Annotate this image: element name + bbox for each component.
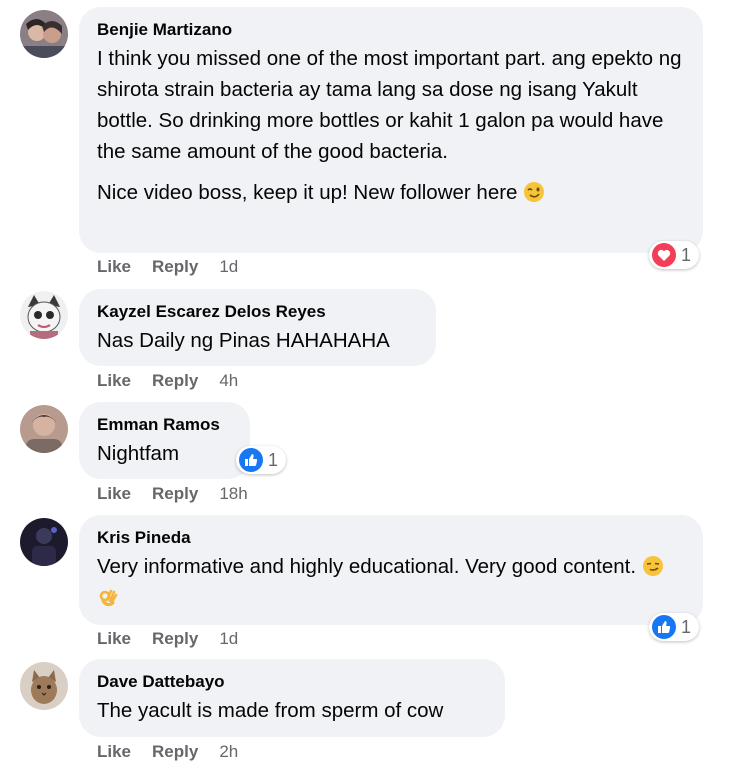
avatar[interactable]: [20, 10, 68, 58]
ok-hand-emoji-icon: [97, 586, 119, 608]
comment-bubble: Emman Ramos Nightfam: [79, 402, 250, 479]
reaction-count: 1: [268, 449, 279, 470]
comment-text: Nightfam: [97, 442, 180, 465]
reply-link[interactable]: Reply: [152, 742, 198, 761]
like-link[interactable]: Like: [97, 371, 131, 390]
comment-author[interactable]: Emman Ramos: [97, 414, 232, 436]
avatar[interactable]: [20, 291, 68, 339]
comment-text-content: Very informative and highly educational.…: [97, 555, 637, 578]
comment-bubble: Benjie Martizano I think you missed one …: [79, 7, 703, 253]
timestamp[interactable]: 18h: [219, 484, 247, 503]
like-link[interactable]: Like: [97, 629, 131, 648]
like-link[interactable]: Like: [97, 742, 131, 761]
smirking-face-emoji-icon: [642, 555, 664, 577]
comment-bubble: Kris Pineda Very informative and highly …: [79, 515, 703, 625]
reply-link[interactable]: Reply: [152, 629, 198, 648]
thumbs-up-icon: [652, 615, 676, 639]
comment-author[interactable]: Kris Pineda: [97, 527, 685, 549]
comment-text: Very informative and highly educational.…: [97, 551, 685, 613]
comment-text: The yacult is made from sperm of cow: [97, 699, 444, 722]
comment-actions: Like Reply 18h: [97, 484, 269, 504]
reaction-count: 1: [681, 244, 692, 265]
like-link[interactable]: Like: [97, 484, 131, 503]
heart-icon: [652, 243, 676, 267]
comment-paragraph-text: Nice video boss, keep it up! New followe…: [97, 181, 518, 204]
timestamp[interactable]: 2h: [219, 742, 238, 761]
reply-link[interactable]: Reply: [152, 484, 198, 503]
comment-actions: Like Reply 1d: [97, 257, 259, 277]
reaction-badge[interactable]: 1: [649, 613, 700, 641]
reaction-count: 1: [681, 616, 692, 637]
avatar[interactable]: [20, 662, 68, 710]
thumbs-up-icon: [239, 448, 263, 472]
timestamp[interactable]: 1d: [219, 257, 238, 276]
comment-bubble: Kayzel Escarez Delos Reyes Nas Daily ng …: [79, 289, 436, 366]
reply-link[interactable]: Reply: [152, 257, 198, 276]
comment-actions: Like Reply 1d: [97, 629, 259, 649]
comment-actions: Like Reply 2h: [97, 742, 259, 762]
avatar[interactable]: [20, 405, 68, 453]
like-link[interactable]: Like: [97, 257, 131, 276]
comment-paragraph: I think you missed one of the most impor…: [97, 47, 682, 163]
comment-text: I think you missed one of the most impor…: [97, 43, 685, 208]
comment-text: Nas Daily ng Pinas HAHAHAHA: [97, 329, 390, 352]
comment-actions: Like Reply 4h: [97, 371, 259, 391]
winking-face-emoji-icon: [523, 181, 545, 203]
comment-bubble: Dave Dattebayo The yacult is made from s…: [79, 659, 505, 737]
reaction-badge[interactable]: 1: [649, 241, 700, 269]
avatar[interactable]: [20, 518, 68, 566]
reaction-badge[interactable]: 1: [236, 446, 287, 474]
comment-paragraph: Nice video boss, keep it up! New followe…: [97, 177, 685, 208]
reply-link[interactable]: Reply: [152, 371, 198, 390]
timestamp[interactable]: 4h: [219, 371, 238, 390]
timestamp[interactable]: 1d: [219, 629, 238, 648]
comment-author[interactable]: Dave Dattebayo: [97, 671, 487, 693]
comment-author[interactable]: Benjie Martizano: [97, 19, 685, 41]
comment-author[interactable]: Kayzel Escarez Delos Reyes: [97, 301, 418, 323]
